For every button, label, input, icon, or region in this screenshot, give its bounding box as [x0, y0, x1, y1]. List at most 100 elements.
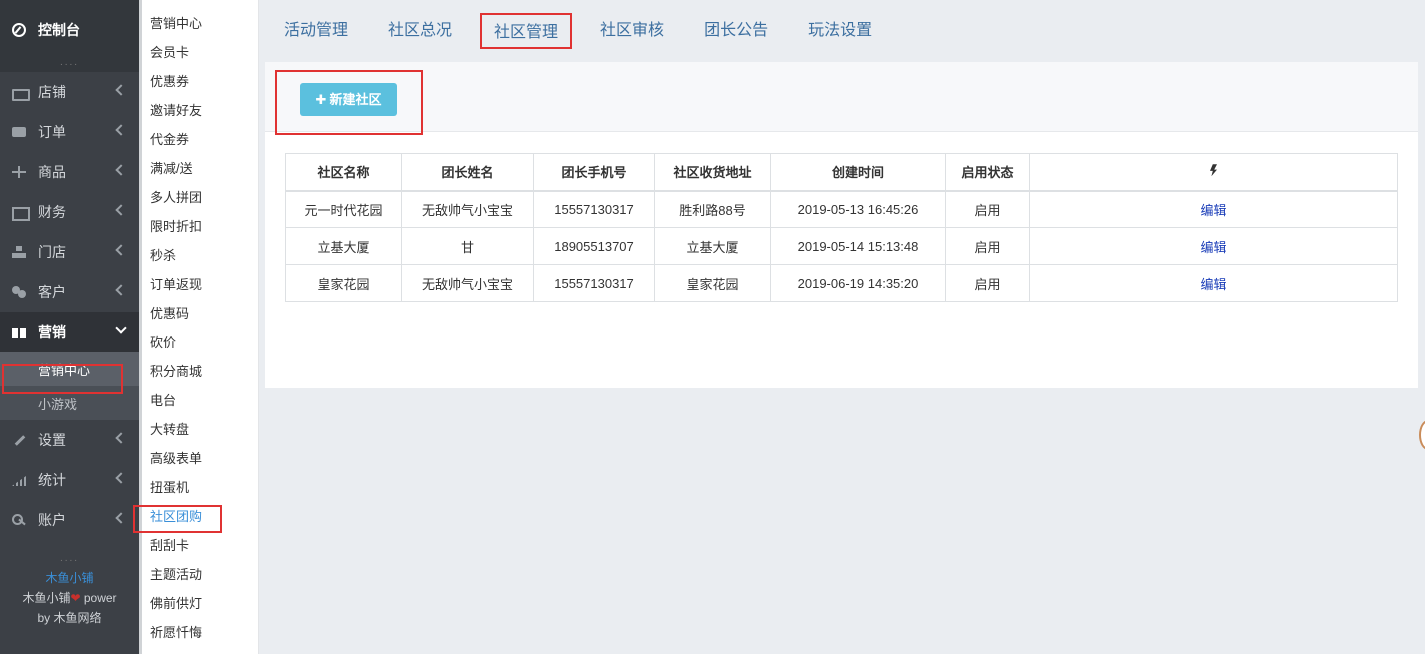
sidebar-item-order[interactable]: 订单: [0, 112, 139, 152]
dashboard-link[interactable]: 控制台: [0, 0, 139, 60]
subnav-item[interactable]: 订单返现: [139, 271, 258, 300]
wrench-icon: [12, 434, 26, 446]
dashboard-icon: [12, 23, 26, 37]
subnav-item[interactable]: 邀请好友: [139, 97, 258, 126]
cell-created: 2019-05-13 16:45:26: [770, 190, 946, 228]
footer-by: by 木鱼网络: [37, 611, 102, 625]
sidebar-item-account[interactable]: 账户: [0, 500, 139, 540]
subnav-item[interactable]: 代金券: [139, 126, 258, 155]
gift-icon: [12, 326, 26, 338]
highlight-box-new-button: [275, 70, 423, 135]
users-icon: [12, 286, 26, 298]
bolt-icon: [1210, 164, 1217, 177]
footer-power-suffix: power: [83, 591, 117, 605]
subnav-item[interactable]: 会员卡: [139, 39, 258, 68]
sidebar-subitem-label: 小游戏: [38, 396, 78, 412]
community-panel: ✚ 新建社区 社区名称 团长姓名 团长手机号 社区收货地址 创建时间 启用状态 元…: [265, 62, 1418, 388]
cell-leader: 甘: [401, 227, 534, 265]
marketing-subnav: 营销中心 会员卡 优惠券 邀请好友 代金券 满减/送 多人拼团 限时折扣 秒杀 订单返现 优惠码 砍价…: [133, 0, 259, 654]
subnav-item[interactable]: 营销中心: [139, 10, 258, 39]
cell-leader: 无敌帅气小宝宝: [401, 264, 534, 302]
column-header: 创建时间: [770, 153, 946, 192]
scale-icon: [12, 166, 26, 178]
community-table: 社区名称 团长姓名 团长手机号 社区收货地址 创建时间 启用状态 元一时代花园无…: [285, 153, 1398, 302]
cell-name: 元一时代花园: [285, 190, 402, 228]
sidebar-item-goods[interactable]: 商品: [0, 152, 139, 192]
subnav-item[interactable]: 大转盘: [139, 416, 258, 445]
collapse-dots[interactable]: ....: [0, 58, 139, 72]
highlight-box-marketing-center: [2, 364, 123, 394]
sidebar-item-label: 统计: [38, 472, 66, 488]
subnav-item[interactable]: 优惠券: [139, 68, 258, 97]
subnav-scroll-track[interactable]: [139, 0, 142, 654]
subnav-item[interactable]: 积分商城: [139, 358, 258, 387]
chevron-left-icon: [115, 472, 127, 484]
subnav-item[interactable]: 多人拼团: [139, 184, 258, 213]
sidebar-item-settings[interactable]: 设置: [0, 420, 139, 460]
cell-leader: 无敌帅气小宝宝: [401, 190, 534, 228]
chevron-left-icon: [115, 512, 127, 524]
main-content: 活动管理 社区总况 社区管理 社区审核 团长公告 玩法设置 ✚ 新建社区 社区名称 团长姓名…: [260, 0, 1425, 654]
sidebar-item-shop[interactable]: 店铺: [0, 72, 139, 112]
tab-0[interactable]: 活动管理: [272, 13, 360, 49]
subnav-item[interactable]: 刮刮卡: [139, 532, 258, 561]
footer-brand[interactable]: 木鱼小铺: [0, 568, 139, 588]
chevron-left-icon: [115, 204, 127, 216]
cell-address: 胜利路88号: [654, 190, 771, 228]
edit-link[interactable]: 编辑: [1200, 240, 1226, 255]
edit-link[interactable]: 编辑: [1200, 203, 1226, 218]
sidebar-item-label: 订单: [38, 124, 66, 140]
sidebar-item-finance[interactable]: 财务: [0, 192, 139, 232]
tab-1[interactable]: 社区总况: [376, 13, 464, 49]
sidebar-item-label: 店铺: [38, 84, 66, 100]
highlight-box-community-groupbuy: [133, 505, 222, 533]
cell-created: 2019-05-14 15:13:48: [770, 227, 946, 265]
cell-action: 编辑: [1029, 227, 1398, 265]
tab-4[interactable]: 团长公告: [692, 13, 780, 49]
sidebar-item-store[interactable]: 门店: [0, 232, 139, 272]
sidebar-item-customer[interactable]: 客户: [0, 272, 139, 312]
key-icon: [12, 514, 26, 526]
footer-power-prefix: 木鱼小铺: [22, 591, 71, 605]
floating-widget[interactable]: [1419, 420, 1425, 450]
subnav-item[interactable]: 主题活动: [139, 561, 258, 590]
subnav-item[interactable]: 砍价: [139, 329, 258, 358]
tab-3[interactable]: 社区审核: [588, 13, 676, 49]
subnav-item[interactable]: 佛前供灯: [139, 590, 258, 619]
column-header: 启用状态: [945, 153, 1030, 192]
tab-bar: 活动管理 社区总况 社区管理 社区审核 团长公告 玩法设置: [260, 0, 1425, 62]
edit-link[interactable]: 编辑: [1200, 277, 1226, 292]
tab-5[interactable]: 玩法设置: [796, 13, 884, 49]
sidebar-item-label: 设置: [38, 432, 66, 448]
subnav-item[interactable]: 电台: [139, 387, 258, 416]
subnav-item[interactable]: 扭蛋机: [139, 474, 258, 503]
store-icon: [12, 246, 26, 258]
sidebar-item-stats[interactable]: 统计: [0, 460, 139, 500]
dashboard-label: 控制台: [38, 22, 80, 38]
cell-address: 立基大厦: [654, 227, 771, 265]
sidebar-footer: .... 木鱼小铺 木鱼小铺❤ power by 木鱼网络: [0, 552, 139, 654]
cell-phone: 18905513707: [533, 227, 655, 265]
footer-power: 木鱼小铺❤ power: [0, 588, 139, 608]
stats-icon: [12, 474, 26, 486]
finance-icon: [12, 206, 30, 221]
cell-action: 编辑: [1029, 190, 1398, 228]
sidebar-item-label: 客户: [38, 284, 66, 300]
cell-phone: 15557130317: [533, 264, 655, 302]
chevron-left-icon: [115, 164, 127, 176]
sidebar-item-marketing[interactable]: 营销: [0, 312, 139, 352]
subnav-item[interactable]: 限时折扣: [139, 213, 258, 242]
heart-icon: ❤: [70, 591, 81, 605]
order-icon: [12, 126, 26, 138]
subnav-item[interactable]: 高级表单: [139, 445, 258, 474]
main-sidebar: 控制台 .... 店铺 订单 商品 财务 门店 客户 营销 营销中心 小游戏 设…: [0, 0, 139, 654]
subnav-item[interactable]: 满减/送: [139, 155, 258, 184]
tab-2[interactable]: 社区管理: [480, 13, 573, 49]
subnav-item[interactable]: 秒杀: [139, 242, 258, 271]
column-header: 团长手机号: [533, 153, 655, 192]
cell-name: 皇家花园: [285, 264, 402, 302]
cell-address: 皇家花园: [654, 264, 771, 302]
subnav-item[interactable]: 祈愿忏悔: [139, 619, 258, 648]
table-row: 元一时代花园 无敌帅气小宝宝 15557130317 胜利路88号 2019-05-13…: [285, 190, 1398, 228]
subnav-item[interactable]: 优惠码: [139, 300, 258, 329]
